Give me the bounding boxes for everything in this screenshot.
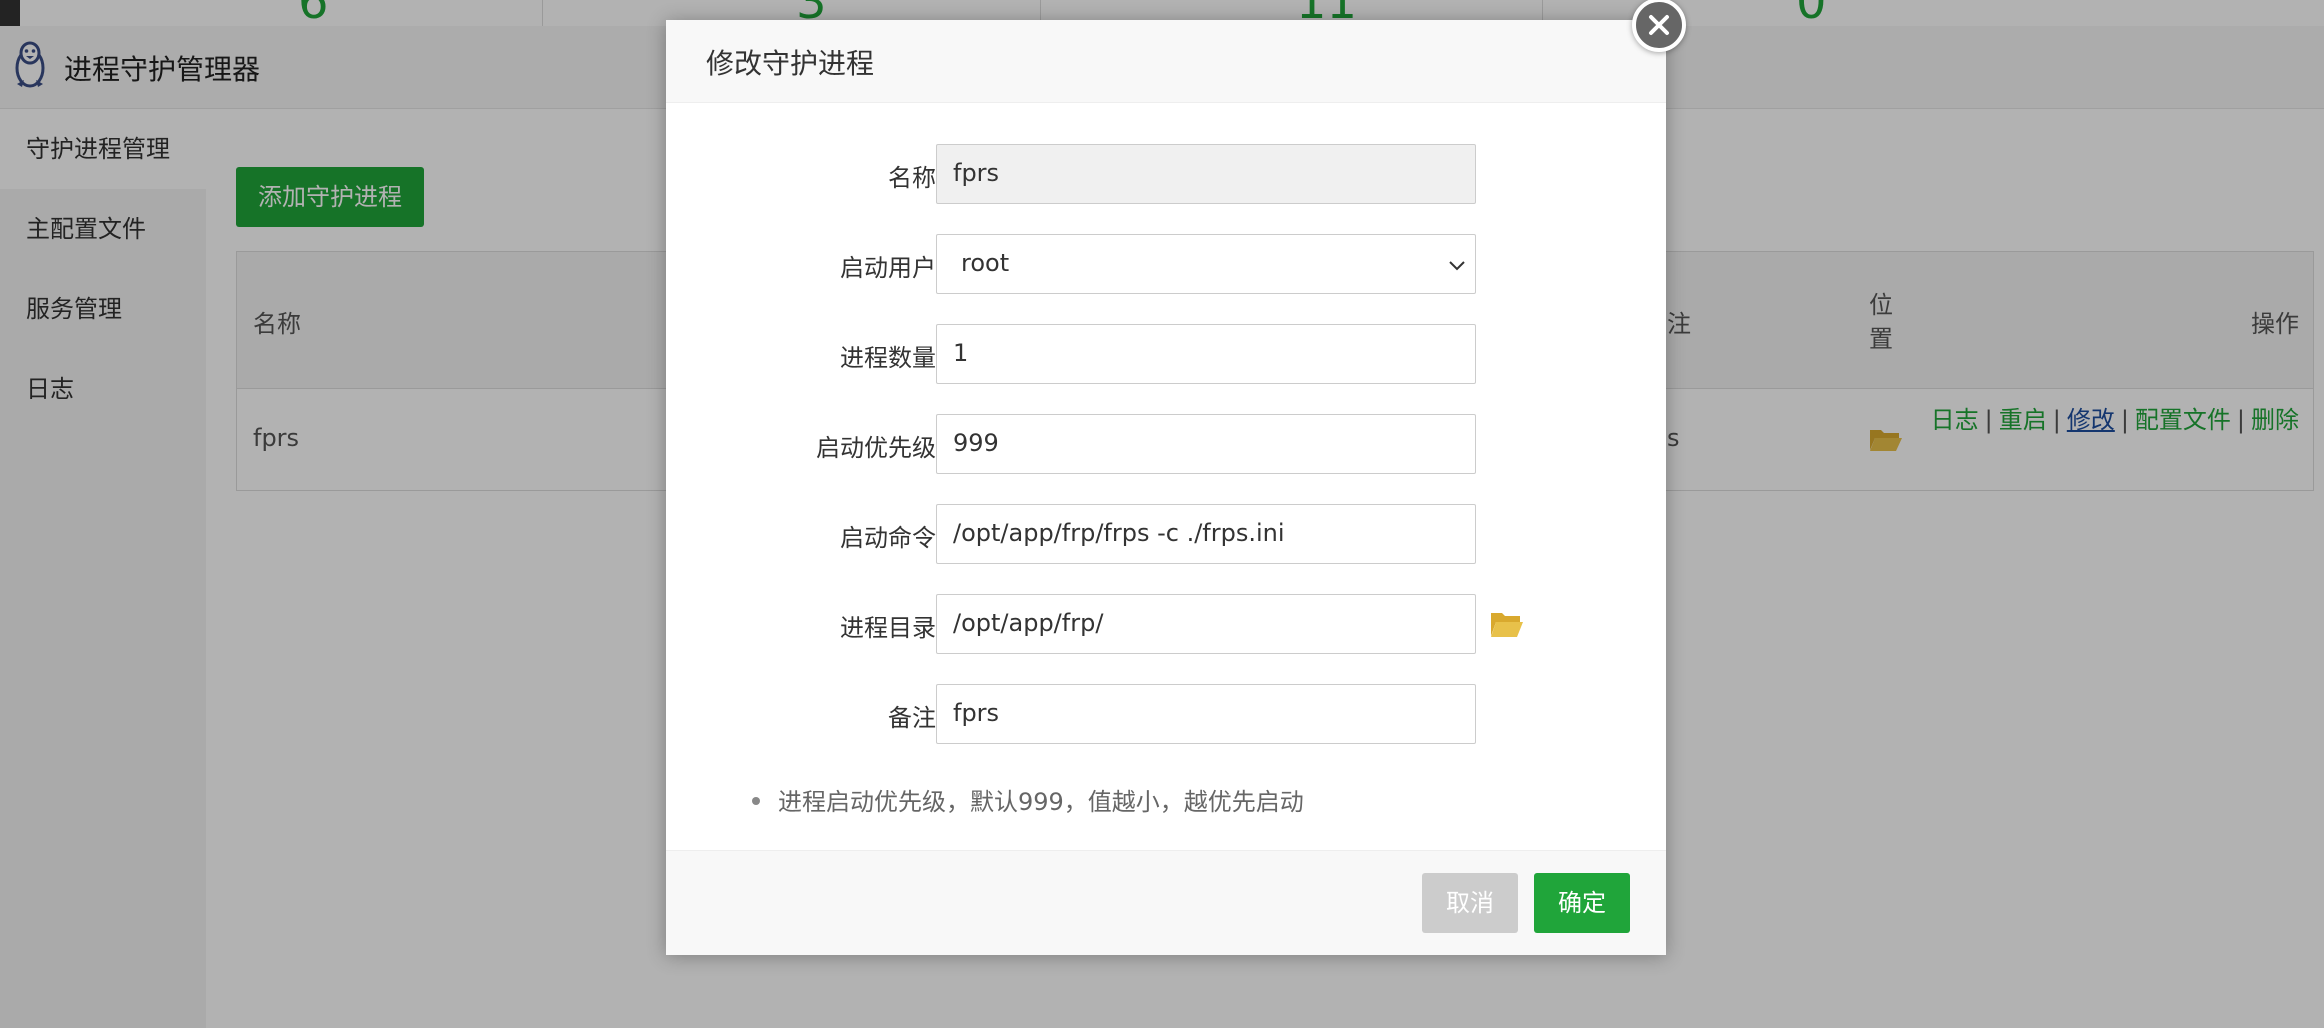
name-label: 名称: [888, 164, 936, 192]
priority-tip-text: 进程启动优先级，默认999，值越小，越优先启动: [778, 788, 1304, 816]
user-select-value: root: [961, 249, 1010, 277]
priority-value: 999: [953, 429, 999, 457]
edit-daemon-dialog: 修改守护进程 名称 fprs 启动用户 root 进程数量 1 启动优先级 99…: [666, 20, 1666, 955]
form-row-command: 启动命令 /opt/app/frp/frps -c ./frps.ini: [666, 504, 1666, 564]
bullet-dot: [752, 797, 760, 805]
user-select[interactable]: root: [936, 234, 1476, 294]
form-row-priority: 启动优先级 999: [666, 414, 1666, 474]
command-label: 启动命令: [840, 524, 936, 552]
command-value: /opt/app/frp/frps -c ./frps.ini: [953, 519, 1285, 547]
dialog-footer: 取消 确定: [666, 850, 1666, 955]
folder-open-icon[interactable]: [1490, 608, 1524, 638]
form-row-user: 启动用户 root: [666, 234, 1666, 294]
user-label: 启动用户: [840, 254, 936, 282]
form-row-directory: 进程目录 /opt/app/frp/: [666, 594, 1666, 654]
priority-label: 启动优先级: [816, 434, 936, 462]
remark-label: 备注: [888, 704, 936, 732]
confirm-button[interactable]: 确定: [1534, 873, 1630, 933]
form-row-name: 名称 fprs: [666, 144, 1666, 204]
form-row-remark: 备注 fprs: [666, 684, 1666, 744]
form-row-count: 进程数量 1: [666, 324, 1666, 384]
directory-input[interactable]: /opt/app/frp/: [936, 594, 1476, 654]
command-input[interactable]: /opt/app/frp/frps -c ./frps.ini: [936, 504, 1476, 564]
remark-value: fprs: [953, 699, 1000, 727]
dialog-header: 修改守护进程: [666, 20, 1666, 103]
process-count-value: 1: [953, 339, 969, 367]
dialog-title: 修改守护进程: [706, 47, 875, 80]
name-field-value: fprs: [953, 159, 1000, 187]
priority-input[interactable]: 999: [936, 414, 1476, 474]
close-icon: [1649, 15, 1669, 35]
priority-tip: 进程启动优先级，默认999，值越小，越优先启动: [752, 782, 1304, 817]
cancel-button[interactable]: 取消: [1422, 873, 1518, 933]
process-count-input[interactable]: 1: [936, 324, 1476, 384]
directory-label: 进程目录: [840, 614, 936, 642]
close-dialog-button[interactable]: [1632, 0, 1686, 52]
directory-value: /opt/app/frp/: [953, 609, 1104, 637]
count-label: 进程数量: [840, 344, 936, 372]
remark-input[interactable]: fprs: [936, 684, 1476, 744]
name-field: fprs: [936, 144, 1476, 204]
chevron-down-icon: [1449, 261, 1465, 271]
